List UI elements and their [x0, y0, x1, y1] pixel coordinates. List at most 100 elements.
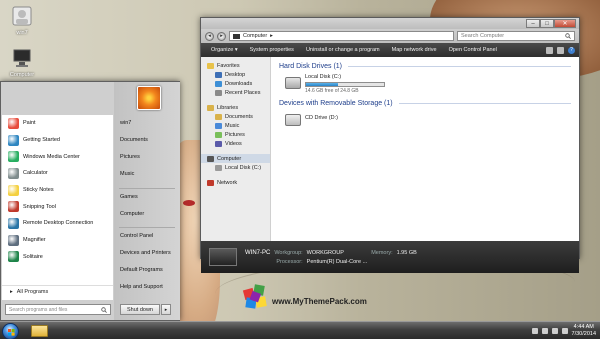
program-icon [8, 151, 19, 163]
explorer-body: Favorites Desktop Downloads Recent Places Li… [201, 57, 579, 241]
nav-item-computer[interactable]: Computer [201, 154, 270, 163]
start-search-input[interactable]: Search programs and files [5, 304, 111, 315]
nav-item-downloads[interactable]: Downloads [201, 79, 270, 88]
cd-drive-item[interactable]: CD Drive (D:) [285, 111, 571, 126]
nav-item-network[interactable]: Network [201, 178, 270, 187]
memory-label: Memory: [371, 249, 393, 256]
address-bar[interactable]: Computer ▸ [229, 31, 454, 41]
start-link-win7[interactable]: win7 [120, 120, 131, 126]
program-label: Calculator [23, 170, 48, 177]
nav-item-libraries[interactable]: Libraries [201, 103, 270, 112]
open-control-panel-button[interactable]: Open Control Panel [443, 47, 503, 53]
search-input[interactable]: Search Computer [457, 31, 575, 41]
start-link-documents[interactable]: Documents [120, 137, 148, 143]
program-icon [8, 117, 19, 129]
clock[interactable]: 4:44 AM 7/30/2014 [572, 324, 596, 338]
system-tray: 4:44 AM 7/30/2014 [531, 324, 596, 338]
start-link-control-panel[interactable]: Control Panel [120, 233, 153, 239]
nav-item-label: Videos [225, 140, 242, 147]
navigation-pane: Favorites Desktop Downloads Recent Places Li… [201, 57, 271, 241]
program-label: Magnifier [23, 237, 46, 244]
start-program-paint[interactable]: Paint [2, 115, 113, 132]
user-picture-avatar[interactable] [137, 86, 161, 110]
start-link-music[interactable]: Music [120, 171, 134, 177]
program-icon [8, 167, 19, 179]
start-program-remote-desktop-connection[interactable]: Remote Desktop Connection [2, 215, 113, 232]
mythemepack-logo-icon [242, 284, 267, 309]
explorer-window: – □ ✕ ◂ ▸ Computer ▸ Search Computer Org… [200, 17, 580, 273]
start-link-devices-and-printers[interactable]: Devices and Printers [120, 250, 171, 256]
start-program-snipping-tool[interactable]: Snipping Tool [2, 198, 113, 215]
nav-item-label: Favorites [217, 62, 240, 69]
system-properties-button[interactable]: System properties [244, 47, 300, 53]
cd-drive-icon [285, 114, 301, 126]
start-link-help-and-support[interactable]: Help and Support [120, 284, 163, 290]
drive-usage-fill [306, 83, 338, 86]
explorer-taskbar-icon[interactable] [31, 325, 48, 337]
forward-button[interactable]: ▸ [217, 31, 226, 41]
organize-button[interactable]: Organize ▾ [205, 47, 244, 53]
local-disk-item[interactable]: Local Disk (C:) 14.6 GB free of 24.8 GB [285, 74, 571, 94]
shutdown-button[interactable]: Shut down [120, 304, 160, 315]
workgroup-value: WORKGROUP [306, 249, 344, 256]
desktop-icon-user[interactable]: win7 [0, 6, 44, 36]
breadcrumb-computer[interactable]: Computer [243, 33, 267, 39]
nav-item-icon [207, 155, 214, 162]
start-link-computer[interactable]: Computer [120, 211, 144, 217]
toolbar-right: ? [546, 46, 575, 54]
network-icon[interactable] [551, 328, 558, 334]
nav-item-label: Local Disk (C:) [225, 164, 262, 171]
start-program-sticky-notes[interactable]: Sticky Notes [2, 182, 113, 199]
start-link-pictures[interactable]: Pictures [120, 154, 140, 160]
nav-item-videos[interactable]: Videos [201, 139, 270, 148]
start-program-getting-started[interactable]: Getting Started [2, 132, 113, 149]
nav-item-music[interactable]: Music [201, 121, 270, 130]
maximize-button[interactable]: □ [540, 19, 554, 28]
program-icon [8, 217, 19, 229]
nav-item-local-disk-c[interactable]: Local Disk (C:) [201, 163, 270, 172]
nav-item-icon [215, 71, 222, 78]
desktop-icon-label: win7 [16, 30, 28, 36]
workgroup-label: Workgroup: [274, 249, 303, 256]
minimize-button[interactable]: – [526, 19, 540, 28]
nav-item-documents[interactable]: Documents [201, 112, 270, 121]
drive-free-space: 14.6 GB free of 24.8 GB [305, 88, 359, 94]
nav-item-pictures[interactable]: Pictures [201, 130, 270, 139]
volume-icon[interactable] [561, 328, 568, 334]
start-program-windows-media-center[interactable]: Windows Media Center [2, 148, 113, 165]
program-label: Snipping Tool [23, 203, 56, 210]
nav-item-icon [215, 164, 222, 171]
back-button[interactable]: ◂ [205, 31, 214, 41]
view-options-icon[interactable] [546, 46, 553, 54]
map-network-drive-button[interactable]: Map network drive [386, 47, 443, 53]
start-program-calculator[interactable]: Calculator [2, 165, 113, 182]
start-program-solitaire[interactable]: Solitaire [2, 249, 113, 266]
nav-item-label: Pictures [225, 131, 245, 138]
program-icon [8, 184, 19, 196]
breadcrumb-arrow[interactable]: ▸ [270, 33, 273, 39]
start-button[interactable] [2, 323, 19, 339]
help-icon[interactable]: ? [568, 46, 575, 54]
desktop-icon-computer[interactable]: Computer [0, 48, 44, 78]
start-link-games[interactable]: Games [120, 194, 138, 200]
user-folder-icon [12, 6, 32, 26]
nav-item-icon [215, 122, 222, 129]
nav-item-desktop[interactable]: Desktop [201, 70, 270, 79]
flag-icon[interactable] [541, 328, 548, 334]
all-programs-button[interactable]: ▸ All Programs [2, 285, 113, 297]
start-program-magnifier[interactable]: Magnifier [2, 232, 113, 249]
uninstall-program-button[interactable]: Uninstall or change a program [300, 47, 386, 53]
nav-item-favorites[interactable]: Favorites [201, 61, 270, 70]
nav-item-icon [207, 104, 214, 111]
shutdown-options-button[interactable]: ▸ [161, 304, 171, 315]
nav-item-label: Music [225, 122, 240, 129]
nav-item-recent-places[interactable]: Recent Places [201, 88, 270, 97]
nav-item-label: Desktop [225, 71, 246, 78]
preview-pane-icon[interactable] [557, 46, 564, 54]
start-menu-separator [119, 227, 175, 228]
close-button[interactable]: ✕ [554, 19, 576, 28]
arrow-up-icon[interactable] [531, 328, 538, 334]
hard-drive-icon [285, 77, 301, 89]
start-link-default-programs[interactable]: Default Programs [120, 267, 163, 273]
title-bar[interactable]: – □ ✕ [201, 18, 579, 29]
